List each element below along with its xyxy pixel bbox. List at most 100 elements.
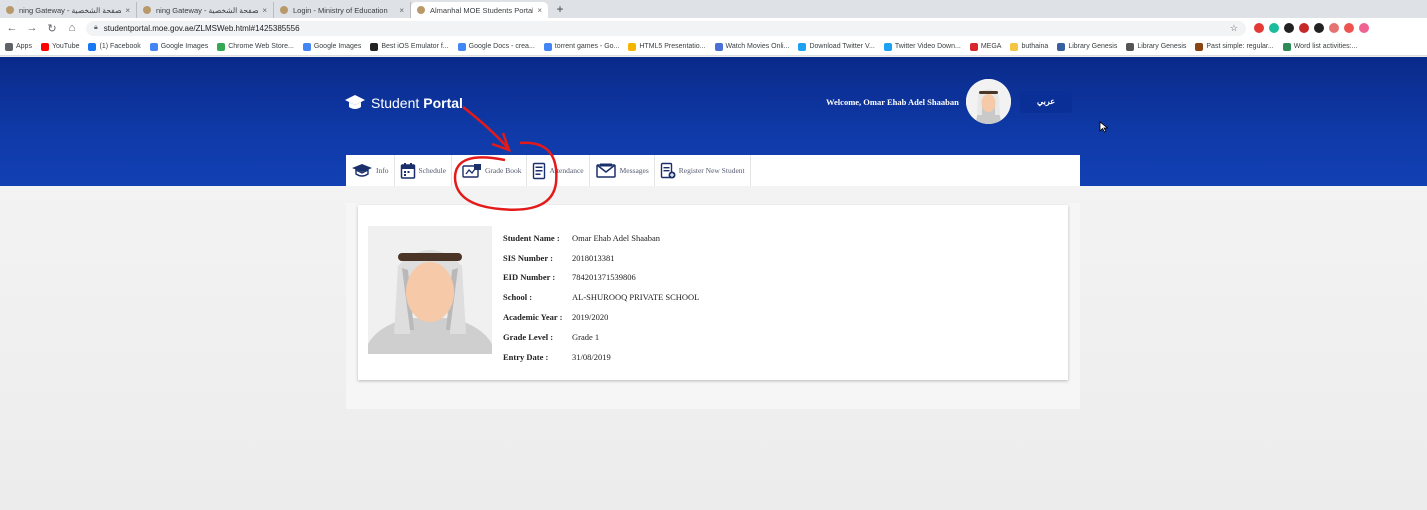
address-bar[interactable]: 🔒︎ studentportal.moe.gov.ae/ZLMSWeb.html… bbox=[86, 20, 1246, 36]
bookmark-item[interactable]: (1) Facebook bbox=[88, 42, 141, 51]
close-tab-icon[interactable]: × bbox=[125, 6, 130, 15]
language-toggle-button[interactable]: عربي bbox=[1020, 91, 1072, 113]
student-avatar-icon bbox=[368, 226, 492, 354]
close-tab-icon[interactable]: × bbox=[262, 6, 267, 15]
bookmark-favicon-icon bbox=[883, 42, 892, 51]
bookmark-favicon-icon bbox=[543, 42, 552, 51]
bookmark-label: Past simple: regular... bbox=[1206, 43, 1274, 50]
extensions-area bbox=[1254, 23, 1374, 33]
portal-logo[interactable]: Student Portal bbox=[344, 94, 463, 112]
bookmark-label: Library Genesis bbox=[1068, 43, 1118, 50]
bookmark-item[interactable]: Download Twitter V... bbox=[798, 42, 875, 51]
tab-title: Almanhal MOE Students Portal bbox=[430, 5, 534, 15]
nav-grade-book[interactable]: Grade Book bbox=[452, 155, 528, 186]
back-icon[interactable]: ← bbox=[4, 22, 20, 34]
bookmark-item[interactable]: Word list activities:... bbox=[1282, 42, 1358, 51]
extension-icon[interactable] bbox=[1284, 23, 1294, 33]
extension-icon[interactable] bbox=[1269, 23, 1279, 33]
info-label: Grade Level : bbox=[503, 331, 554, 342]
tab-favicon-icon bbox=[6, 6, 14, 14]
nav-messages[interactable]: Messages bbox=[590, 155, 655, 186]
bookmark-item[interactable]: torrent games - Go... bbox=[543, 42, 619, 51]
home-icon[interactable]: ⌂ bbox=[64, 22, 80, 34]
forward-icon[interactable]: → bbox=[24, 22, 40, 34]
info-label: SIS Number : bbox=[503, 252, 553, 263]
avatar[interactable] bbox=[966, 79, 1011, 124]
bookmark-label: buthaina bbox=[1021, 43, 1049, 50]
info-value: 2018013381 bbox=[572, 252, 615, 263]
bookmark-label: Library Genesis bbox=[1137, 43, 1187, 50]
bookmark-item[interactable]: Google Images bbox=[302, 42, 361, 51]
new-tab-button[interactable]: + bbox=[552, 2, 568, 18]
bookmark-label: Word list activities:... bbox=[1293, 43, 1358, 50]
logo-bold-text: Portal bbox=[423, 95, 463, 111]
browser-tab-active[interactable]: Almanhal MOE Students Portal × bbox=[411, 2, 548, 18]
bookmark-item[interactable]: Library Genesis bbox=[1057, 42, 1118, 51]
envelope-icon bbox=[595, 163, 616, 178]
nav-label: Register New Student bbox=[678, 166, 745, 175]
student-info-list: Student Name : Omar Ehab Adel Shaaban SIS … bbox=[503, 228, 699, 367]
bookmark-item[interactable]: Chrome Web Store... bbox=[217, 42, 294, 51]
info-row: Entry Date : 31/08/2019 bbox=[503, 347, 699, 367]
nav-label: Attendance bbox=[549, 166, 584, 175]
nav-register-new-student[interactable]: Register New Student bbox=[655, 155, 751, 186]
browser-tab-strip: ning Gateway - الصفحة الشخصية × ning Gat… bbox=[0, 0, 1427, 18]
attendance-icon bbox=[533, 162, 546, 179]
lock-icon: 🔒︎ bbox=[94, 24, 98, 31]
nav-info[interactable]: Info bbox=[346, 155, 395, 186]
browser-tab[interactable]: Login - Ministry of Education × bbox=[274, 2, 411, 18]
extension-icon[interactable] bbox=[1329, 23, 1339, 33]
bookmark-label: Google Images bbox=[160, 43, 209, 50]
bookmark-item[interactable]: Library Genesis bbox=[1126, 42, 1187, 51]
bookmark-favicon-icon bbox=[1282, 42, 1291, 51]
bookmark-item[interactable]: Past simple: regular... bbox=[1195, 42, 1274, 51]
reload-icon[interactable]: ↻ bbox=[44, 22, 60, 35]
bookmark-item[interactable]: buthaina bbox=[1010, 42, 1049, 51]
info-label: School : bbox=[503, 292, 533, 303]
bookmark-item[interactable]: YouTube bbox=[40, 42, 79, 51]
bookmark-favicon-icon bbox=[370, 42, 379, 51]
bookmark-favicon-icon bbox=[1126, 42, 1135, 51]
info-row: EID Number : 784201371539806 bbox=[503, 268, 699, 288]
tab-title: ning Gateway - الصفحة الشخصية bbox=[156, 5, 259, 15]
info-value: AL-SHUROOQ PRIVATE SCHOOL bbox=[572, 292, 700, 303]
bookmark-favicon-icon bbox=[969, 42, 978, 51]
nav-label: Info bbox=[376, 166, 389, 175]
bookmark-item[interactable]: Google Docs - crea... bbox=[457, 42, 535, 51]
bookmark-star-icon[interactable]: ☆ bbox=[1230, 23, 1238, 34]
tab-title: ning Gateway - الصفحة الشخصية bbox=[19, 5, 122, 15]
nav-schedule[interactable]: Schedule bbox=[395, 155, 452, 186]
bookmark-item[interactable]: Apps bbox=[5, 42, 32, 51]
extension-icon[interactable] bbox=[1299, 23, 1309, 33]
bookmark-favicon-icon bbox=[1195, 42, 1204, 51]
info-value: 2019/2020 bbox=[572, 312, 609, 323]
info-value: Grade 1 bbox=[572, 331, 600, 342]
close-tab-icon[interactable]: × bbox=[537, 6, 542, 15]
browser-tab[interactable]: ning Gateway - الصفحة الشخصية × bbox=[0, 2, 137, 18]
extension-icon[interactable] bbox=[1344, 23, 1354, 33]
bookmark-favicon-icon bbox=[149, 42, 158, 51]
extension-icon[interactable] bbox=[1254, 23, 1264, 33]
bookmark-item[interactable]: HTML5 Presentatio... bbox=[628, 42, 706, 51]
bookmark-item[interactable]: MEGA bbox=[969, 42, 1001, 51]
bookmark-item[interactable]: Twitter Video Down... bbox=[883, 42, 961, 51]
bookmark-label: Apps bbox=[16, 43, 32, 50]
tab-favicon-icon bbox=[417, 6, 425, 14]
extension-icon[interactable] bbox=[1314, 23, 1324, 33]
bookmark-favicon-icon bbox=[628, 42, 637, 51]
info-row: School : AL-SHUROOQ PRIVATE SCHOOL bbox=[503, 287, 699, 307]
tab-favicon-icon bbox=[280, 6, 288, 14]
extension-icon[interactable] bbox=[1359, 23, 1369, 33]
bookmark-item[interactable]: Best iOS Emulator f... bbox=[370, 42, 449, 51]
info-row: Student Name : Omar Ehab Adel Shaaban bbox=[503, 228, 699, 248]
info-row: SIS Number : 2018013381 bbox=[503, 248, 699, 268]
bookmark-favicon-icon bbox=[457, 42, 466, 51]
bookmark-label: Twitter Video Down... bbox=[894, 43, 961, 50]
browser-tab[interactable]: ning Gateway - الصفحة الشخصية × bbox=[137, 2, 274, 18]
tab-title: Login - Ministry of Education bbox=[293, 5, 388, 15]
bookmark-item[interactable]: Google Images bbox=[149, 42, 209, 51]
close-tab-icon[interactable]: × bbox=[399, 6, 404, 15]
nav-attendance[interactable]: Attendance bbox=[527, 155, 590, 186]
bookmark-item[interactable]: Watch Movies Onli... bbox=[714, 42, 789, 51]
mouse-cursor-icon bbox=[1099, 121, 1109, 133]
